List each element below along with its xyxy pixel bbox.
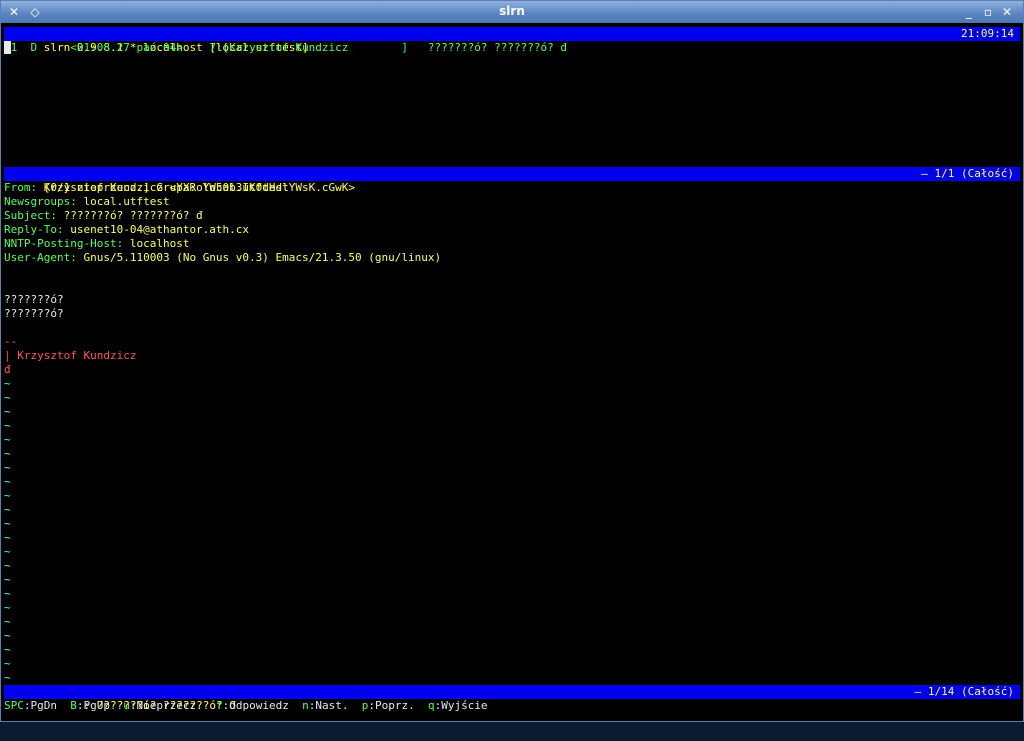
body-line: ???????ó? <box>4 293 64 306</box>
empty-line-marker: ~ <box>4 545 11 558</box>
window-title: slrn <box>499 4 525 18</box>
group-position: — 1/1 (Całość) <box>921 167 1014 180</box>
body-line: ???????ó? <box>4 307 64 320</box>
header-bar: slrn 0.9.8.1 * localhost [local.utftest]… <box>4 27 1020 54</box>
header-value: ???????ó? ???????ó? đ <box>56 209 203 222</box>
empty-line-marker: ~ <box>4 531 11 544</box>
empty-line-marker: ~ <box>4 517 11 530</box>
header-line: Subject: ???????ó? ???????ó? đ <box>4 209 1020 223</box>
terminal-window: ✕ ◇ slrn _ ▫ ✕ slrn 0.9.8.1 * localhost … <box>0 0 1024 722</box>
article-flag: D <box>30 41 38 54</box>
empty-line-marker: ~ <box>4 587 11 600</box>
article-status-bar: : ???????ó? ???????ó? đ — 1/14 (Całość) <box>4 685 1020 712</box>
help-label: :Odpowiedz <box>222 699 289 712</box>
empty-line-marker: ~ <box>4 391 11 404</box>
empty-line-marker: ~ <box>4 475 11 488</box>
terminal-area[interactable]: slrn 0.9.8.1 * localhost [local.utftest]… <box>4 25 1020 717</box>
help-key: B <box>70 699 77 712</box>
empty-line-marker: ~ <box>4 671 11 684</box>
header-key: User-Agent: <box>4 251 77 264</box>
help-key: f <box>215 699 223 712</box>
header-key: Newsgroups: <box>4 195 77 208</box>
help-label: :PgDn <box>23 699 57 712</box>
article-position: — 1/14 (Całość) <box>914 685 1014 698</box>
header-value: local.utftest <box>76 195 170 208</box>
help-label: :PgUp <box>76 699 110 712</box>
empty-line-marker: ~ <box>4 657 11 670</box>
header-value: usenet10-04@athantor.ath.cx <box>63 223 250 236</box>
empty-line-marker: ~ <box>4 461 11 474</box>
header-line: User-Agent: Gnus/5.110003 (No Gnus v0.3)… <box>4 251 1020 265</box>
article-row[interactable]: 1 D <21:08 27 paź 04> 7:[Krzysztof Kundz… <box>4 41 1020 55</box>
header-key: Subject: <box>4 209 57 222</box>
article-subject: ???????ó? ???????ó? đ <box>427 41 567 54</box>
help-label: :Nieprzecz. <box>129 699 203 712</box>
minimize-icon[interactable]: _ <box>961 4 977 20</box>
empty-line-marker: ~ <box>4 405 11 418</box>
header-value: Krzysztof Kundzicz <YXRoYW50b3IK0dHdlYWs… <box>37 181 356 194</box>
empty-line-marker: ~ <box>4 433 11 446</box>
header-value: Gnus/5.110003 (No Gnus v0.3) Emacs/21.3.… <box>76 251 442 264</box>
article-num: 1 <box>10 41 18 54</box>
help-label: :Wyjście <box>434 699 488 712</box>
header-line: From: Krzysztof Kundzicz <YXRoYW50b3IK0d… <box>4 181 1020 195</box>
header-key: From: <box>4 181 38 194</box>
empty-line-marker: ~ <box>4 629 11 642</box>
maximize-icon[interactable]: ▫ <box>980 4 996 20</box>
empty-line-marker: ~ <box>4 419 11 432</box>
empty-line-marker: ~ <box>4 643 11 656</box>
help-key: n <box>302 699 309 712</box>
title-bar[interactable]: ✕ ◇ slrn _ ▫ ✕ <box>1 1 1023 23</box>
empty-line-marker: ~ <box>4 447 11 460</box>
empty-line-marker: ~ <box>4 377 11 390</box>
header-line: Reply-To: usenet10-04@athantor.ath.cx <box>4 223 1020 237</box>
header-key: NNTP-Posting-Host: <box>4 237 124 250</box>
help-key: u <box>123 699 130 712</box>
row-cursor <box>4 41 11 54</box>
clock: 21:09:14 <box>961 27 1014 40</box>
article-lines: 7: <box>209 41 223 54</box>
empty-line-marker: ~ <box>4 489 11 502</box>
help-line: SPC:PgDn B:PgUp u:Nieprzecz. f:Odpowiedz… <box>4 699 1020 713</box>
signature-line: đ <box>4 363 11 376</box>
signature-line: | Krzysztof Kundzicz <box>4 349 137 362</box>
empty-line-marker: ~ <box>4 615 11 628</box>
help-key: SPC <box>4 699 24 712</box>
empty-line-marker: ~ <box>4 503 11 516</box>
signature-separator: -- <box>4 335 18 348</box>
header-value: localhost <box>123 237 190 250</box>
group-status-bar: [0/1 nieprzecz.] Grupa: local.utftest — … <box>4 167 1020 194</box>
help-key: q <box>427 699 435 712</box>
help-label: :Nast. <box>308 699 349 712</box>
article-author: [Krzysztof Kundzicz ] <box>222 41 409 54</box>
empty-line-marker: ~ <box>4 601 11 614</box>
article-date: <21:08 27 paź 04> <box>70 41 183 54</box>
empty-line-marker: ~ <box>4 559 11 572</box>
close-icon[interactable]: ✕ <box>999 4 1015 20</box>
empty-line-marker: ~ <box>4 573 11 586</box>
header-key: Reply-To: <box>4 223 64 236</box>
header-line: Newsgroups: local.utftest <box>4 195 1020 209</box>
help-label: :Poprz. <box>368 699 415 712</box>
header-line: NNTP-Posting-Host: localhost <box>4 237 1020 251</box>
